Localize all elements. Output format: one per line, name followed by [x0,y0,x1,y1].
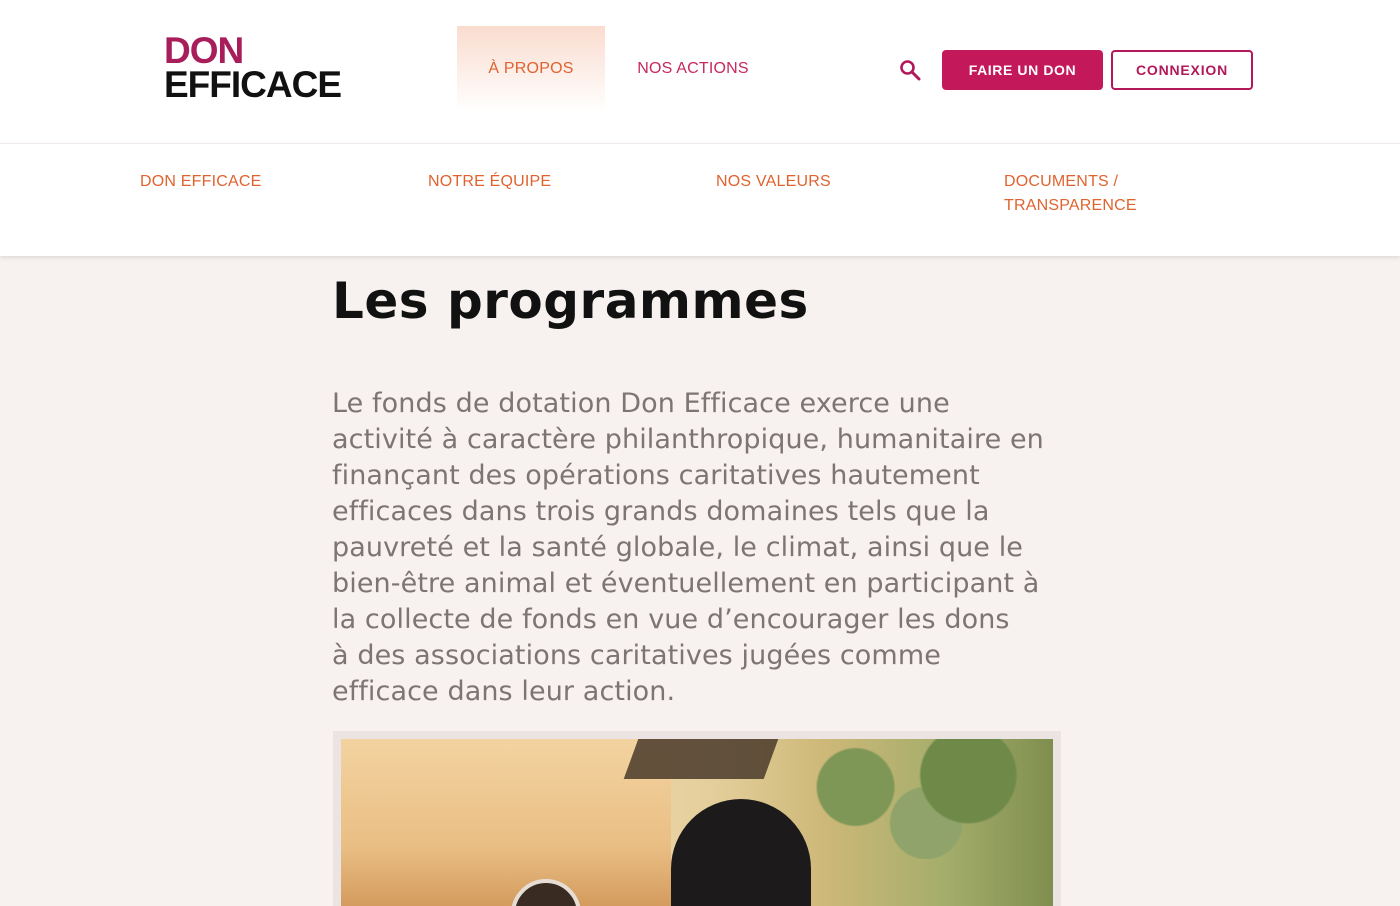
page-title: Les programmes [332,272,809,330]
photo-wall [341,739,671,906]
intro-line: à des associations caritatives jugées co… [332,640,941,671]
subnav-item-notre-equipe[interactable]: NOTRE ÉQUIPE [428,170,551,194]
featured-photo-frame [333,731,1061,906]
intro-line: bien-être animal et éventuellement en pa… [332,568,1040,599]
subnav-item-label: DON EFFICACE [140,173,262,190]
subnav-item-label-line1: DOCUMENTS / [1004,173,1119,190]
subnav-item-nos-valeurs[interactable]: NOS VALEURS [716,170,831,194]
logo-line-1: DON [164,30,244,71]
donate-button[interactable]: FAIRE UN DON [942,50,1103,90]
site-header: DON EFFICACE À PROPOS NOS ACTIONS FAIRE … [0,0,1400,143]
search-icon[interactable] [899,59,921,81]
login-button[interactable]: CONNEXION [1111,50,1253,90]
intro-line: finançant des opérations caritatives hau… [332,460,980,491]
featured-photo [341,739,1053,906]
intro-line: efficace dans leur action. [332,676,676,707]
photo-trees [771,739,1053,859]
nav-tab-nos-actions[interactable]: NOS ACTIONS [615,26,771,112]
subnav-item-label: NOS VALEURS [716,173,831,190]
intro-line: la collecte de fonds en vue d’encourager… [332,604,1010,635]
photo-roof [623,739,779,779]
subnav-item-label-line2: TRANSPARENCE [1004,197,1137,214]
logo-line-2: EFFICACE [164,64,342,105]
intro-line: activité à caractère philanthropique, hu… [332,424,1044,455]
intro-line: Le fonds de dotation Don Efficace exerce… [332,388,950,419]
nav-tab-a-propos[interactable]: À PROPOS [457,26,605,112]
subnav-item-label: NOTRE ÉQUIPE [428,173,552,190]
subnav-item-documents-transparence[interactable]: DOCUMENTS / TRANSPARENCE [1004,170,1137,218]
intro-line: efficaces dans trois grands domaines tel… [332,496,990,527]
intro-paragraph: Le fonds de dotation Don Efficace exerce… [332,386,1072,710]
site-logo[interactable]: DON EFFICACE [164,30,342,105]
intro-line: pauvreté et la santé globale, le climat,… [332,532,1024,563]
sub-navigation: DON EFFICACE NOTRE ÉQUIPE NOS VALEURS DO… [0,143,1400,256]
subnav-item-don-efficace[interactable]: DON EFFICACE [140,170,262,194]
